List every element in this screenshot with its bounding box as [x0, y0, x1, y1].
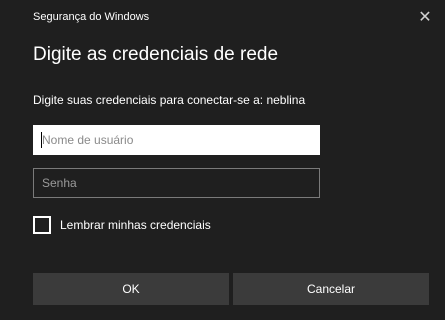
remember-credentials-row[interactable]: Lembrar minhas credenciais [33, 216, 211, 234]
ok-button[interactable]: OK [33, 273, 229, 305]
password-input[interactable] [33, 168, 320, 198]
close-icon: ✕ [418, 9, 432, 26]
username-input[interactable] [33, 125, 320, 155]
dialog-heading: Digite as credenciais de rede [33, 44, 279, 65]
connection-prompt: Digite suas credenciais para conectar-se… [33, 93, 306, 107]
window-title: Segurança do Windows [33, 11, 150, 23]
credentials-dialog: Segurança do Windows ✕ Digite as credenc… [0, 0, 445, 320]
cancel-button[interactable]: Cancelar [233, 273, 429, 305]
remember-credentials-checkbox[interactable] [33, 216, 51, 234]
close-button[interactable]: ✕ [405, 0, 445, 34]
remember-credentials-label: Lembrar minhas credenciais [60, 218, 211, 232]
text-caret [41, 132, 42, 148]
